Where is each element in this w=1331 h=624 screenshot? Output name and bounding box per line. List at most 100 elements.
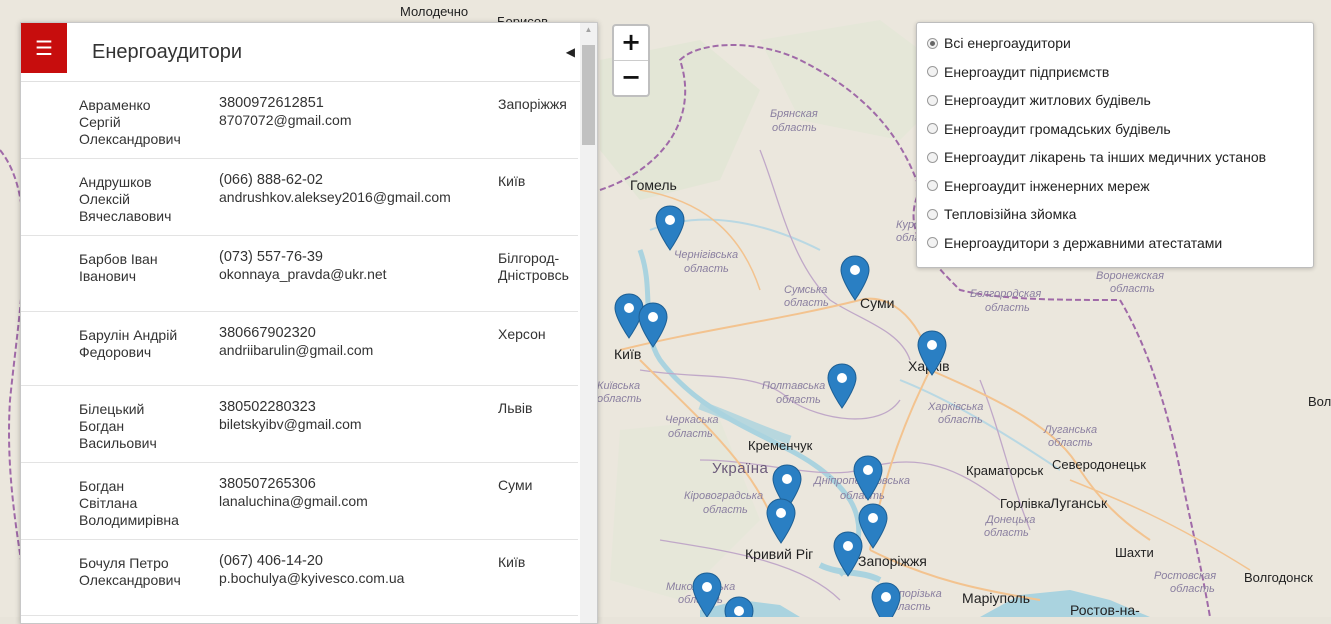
auditor-phone: (066) 888-62-02 bbox=[219, 172, 323, 188]
map-pin-icon bbox=[724, 596, 754, 617]
auditor-city: Київ bbox=[498, 540, 578, 615]
region-label: Брянская bbox=[770, 108, 818, 120]
map-pin-icon bbox=[917, 330, 947, 376]
region-label: область bbox=[984, 527, 1029, 539]
auditor-name-line: Авраменко bbox=[79, 97, 151, 113]
region-label: область bbox=[938, 414, 983, 426]
auditor-city-line: Київ bbox=[498, 554, 526, 570]
radio-button[interactable] bbox=[927, 180, 938, 192]
region-label: область bbox=[668, 428, 713, 440]
auditor-name-line: Барбов Іван bbox=[79, 251, 158, 267]
auditor-contact: 3800972612851 8707072@gmail.com bbox=[219, 82, 498, 158]
map-pin-icon bbox=[840, 255, 870, 301]
auditor-phone: 380502280323 bbox=[219, 399, 316, 415]
auditor-row[interactable]: Білецький Богдан Васильович 380502280323 bil… bbox=[21, 386, 578, 463]
radio-button[interactable] bbox=[927, 37, 938, 49]
filter-option-label: Тепловізійна зйомка bbox=[944, 206, 1077, 223]
map-marker[interactable] bbox=[692, 572, 722, 617]
region-label: Харківська bbox=[928, 401, 984, 413]
auditor-email[interactable]: 8707072@gmail.com bbox=[219, 112, 498, 129]
map-marker[interactable] bbox=[655, 205, 685, 251]
filter-option-label: Енергоаудит підприємств bbox=[944, 63, 1110, 80]
zoom-out-button[interactable]: − bbox=[614, 60, 648, 95]
auditor-row[interactable]: Авраменко Сергій Олександрович 380097261285… bbox=[21, 82, 578, 159]
filter-option-label: Енергоаудит інженерних мереж bbox=[944, 177, 1150, 194]
scroll-thumb[interactable] bbox=[582, 45, 595, 145]
auditor-name-line: Олександрович bbox=[79, 572, 181, 588]
auditor-phone: 3800972612851 bbox=[219, 95, 324, 111]
auditor-name-line: Андрушков bbox=[79, 174, 152, 190]
auditor-name-line: Олексій bbox=[79, 191, 130, 207]
filter-option[interactable]: Енергоаудит інженерних мереж bbox=[917, 172, 1313, 201]
map-pin-icon bbox=[766, 498, 796, 544]
city-label: Гомель bbox=[630, 177, 677, 193]
map-marker[interactable] bbox=[871, 582, 901, 617]
filter-option[interactable]: Енергоаудит громадських будівель bbox=[917, 115, 1313, 144]
auditor-email[interactable]: lanaluchina@gmail.com bbox=[219, 493, 498, 510]
auditor-city-line: Київ bbox=[498, 173, 526, 189]
auditor-phone: 380667902320 bbox=[219, 325, 316, 341]
auditor-city-line: Суми bbox=[498, 477, 533, 493]
auditor-phone: (067) 406-14-20 bbox=[219, 553, 323, 569]
panel-header: ☰ Енергоаудитори ◀ bbox=[21, 23, 597, 82]
auditor-contact: 380502280323 biletskyibv@gmail.com bbox=[219, 386, 498, 462]
auditor-email[interactable]: andriibarulin@gmail.com bbox=[219, 342, 498, 359]
auditor-email[interactable]: andrushkov.aleksey2016@gmail.com bbox=[219, 189, 498, 206]
region-label: область bbox=[784, 297, 829, 309]
auditor-email[interactable]: okonnaya_pravda@ukr.net bbox=[219, 266, 498, 283]
auditor-name: Бочуля Петро Олександрович bbox=[21, 540, 219, 615]
region-label: область bbox=[776, 394, 821, 406]
filter-option[interactable]: Енергоаудит лікарень та інших медичних у… bbox=[917, 143, 1313, 172]
map-marker[interactable] bbox=[853, 455, 883, 501]
map-marker[interactable] bbox=[827, 363, 857, 409]
auditor-city-line: Львів bbox=[498, 400, 533, 416]
auditor-email[interactable]: biletskyibv@gmail.com bbox=[219, 416, 498, 433]
auditor-name-line: Білецький bbox=[79, 401, 145, 417]
radio-button[interactable] bbox=[927, 208, 938, 220]
auditor-name-line: Федорович bbox=[79, 344, 152, 360]
map-pin-icon bbox=[833, 531, 863, 577]
auditor-row[interactable]: Богдан Світлана Володимирівна 380507265306 l… bbox=[21, 463, 578, 540]
filter-option[interactable]: Енергоаудит підприємств bbox=[917, 58, 1313, 87]
auditor-name-line: Богдан bbox=[79, 418, 125, 434]
region-label: область bbox=[1048, 437, 1093, 449]
radio-button[interactable] bbox=[927, 94, 938, 106]
filter-option[interactable]: Енергоаудитори з державними атестатами bbox=[917, 229, 1313, 258]
map-marker[interactable] bbox=[917, 330, 947, 376]
auditor-name-line: Бочуля Петро bbox=[79, 555, 169, 571]
map-marker[interactable] bbox=[724, 596, 754, 617]
radio-button[interactable] bbox=[927, 66, 938, 78]
list-scrollbar[interactable]: ▲ bbox=[580, 23, 597, 623]
map-marker[interactable] bbox=[638, 302, 668, 348]
radio-button[interactable] bbox=[927, 237, 938, 249]
scroll-up-icon[interactable]: ▲ bbox=[580, 25, 597, 37]
map-pin-icon bbox=[638, 302, 668, 348]
region-label: область bbox=[1110, 283, 1155, 295]
auditor-name-line: Сергій bbox=[79, 114, 121, 130]
filter-option[interactable]: Тепловізійна зйомка bbox=[917, 200, 1313, 229]
filter-option[interactable]: Всі енергоаудитори bbox=[917, 29, 1313, 58]
filter-option[interactable]: Енергоаудит житлових будівель bbox=[917, 86, 1313, 115]
collapse-panel-icon[interactable]: ◀ bbox=[566, 45, 575, 59]
map-marker[interactable] bbox=[766, 498, 796, 544]
map-marker[interactable] bbox=[840, 255, 870, 301]
filter-option-label: Енергоаудит громадських будівель bbox=[944, 120, 1171, 137]
menu-button[interactable]: ☰ bbox=[21, 23, 67, 73]
filter-option-label: Енергоаудитори з державними атестатами bbox=[944, 234, 1223, 251]
map-pin-icon bbox=[871, 582, 901, 617]
auditor-email[interactable]: p.bochulya@kyivesco.com.ua bbox=[219, 570, 498, 587]
auditor-list: Авраменко Сергій Олександрович 380097261285… bbox=[21, 82, 578, 616]
auditor-row[interactable]: Барулін Андрій Федорович 380667902320 andri… bbox=[21, 312, 578, 386]
radio-button[interactable] bbox=[927, 151, 938, 163]
auditor-name: Андрушков Олексій Вячеславович bbox=[21, 159, 219, 235]
region-label: область bbox=[1170, 583, 1215, 595]
map-marker[interactable] bbox=[833, 531, 863, 577]
auditor-row[interactable]: Бочуля Петро Олександрович (067) 406-14-20… bbox=[21, 540, 578, 616]
radio-button[interactable] bbox=[927, 123, 938, 135]
auditor-row[interactable]: Барбов Іван Іванович (073) 557-76-39 okonna… bbox=[21, 236, 578, 312]
city-label: Кременчук bbox=[748, 438, 813, 453]
zoom-in-button[interactable]: + bbox=[614, 26, 648, 60]
auditor-city-line: Херсон bbox=[498, 326, 546, 342]
region-label: Луганська bbox=[1044, 424, 1098, 436]
auditor-row[interactable]: Андрушков Олексій Вячеславович (066) 888-62… bbox=[21, 159, 578, 236]
